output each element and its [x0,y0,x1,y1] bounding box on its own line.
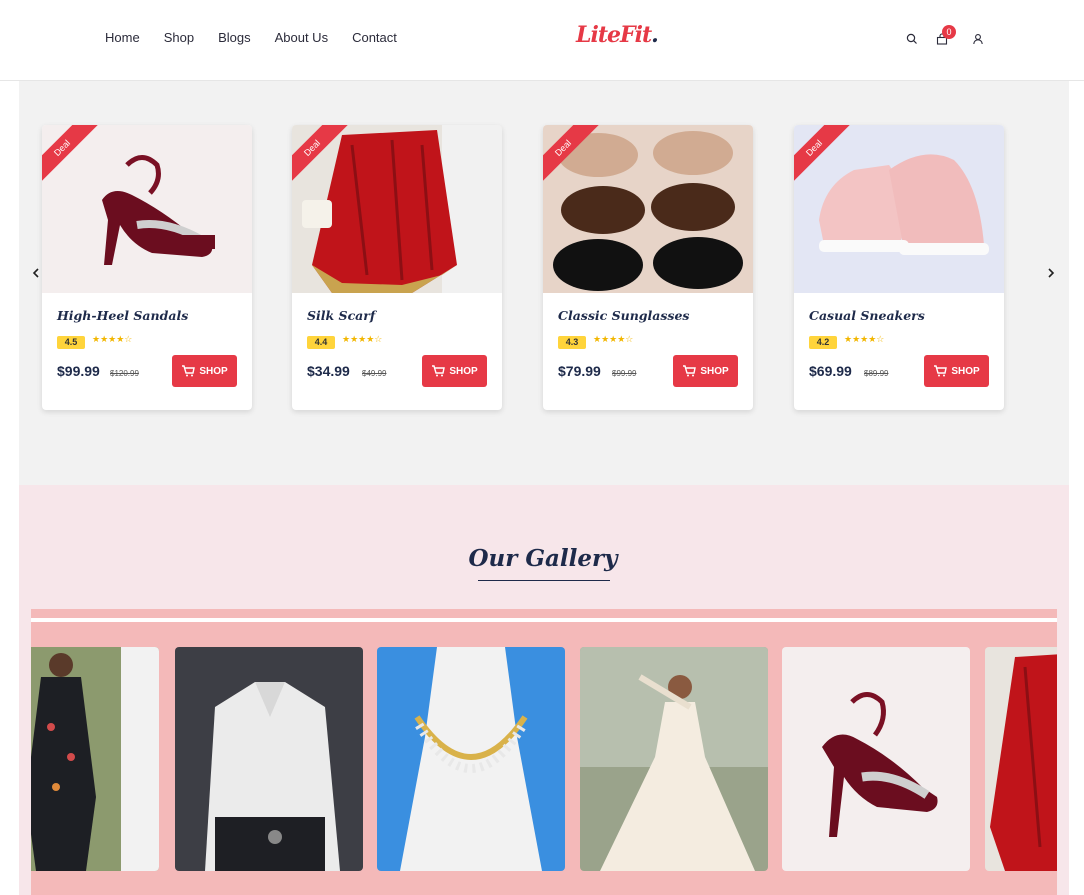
rating-badge: 4.4 [307,336,335,349]
cart-icon [432,365,446,377]
old-price: $49.99 [362,369,387,378]
product-image-sneakers[interactable]: Deal [794,125,1004,293]
gallery-strip [31,609,1057,895]
gallery-image-dress[interactable] [580,647,768,871]
product-name[interactable]: Casual Sneakers [809,308,925,323]
site-logo[interactable]: LiteFit. [576,22,659,48]
carousel-next-arrow-icon[interactable] [1044,266,1058,280]
rating-badge: 4.2 [809,336,837,349]
shop-button-label: SHOP [449,365,478,377]
gallery-title: Our Gallery [468,545,618,572]
product-price: $79.99 [558,363,601,379]
logo-text: LiteFit [576,22,652,48]
product-price: $69.99 [809,363,852,379]
product-name[interactable]: Classic Sunglasses [558,308,689,323]
cart-count-badge: 0 [942,25,956,39]
product-image-sandals[interactable]: Deal [42,125,252,293]
shop-button-label: SHOP [199,365,228,377]
shop-button[interactable]: SHOP [924,355,989,387]
product-image-scarf[interactable]: Deal [292,125,502,293]
search-icon[interactable] [903,30,921,48]
gallery-section: Our Gallery [19,485,1069,895]
star-rating-icon: ★★★★☆ [844,334,885,344]
gallery-divider [31,618,1057,622]
site-header: Home Shop Blogs About Us Contact LiteFit… [0,0,1084,81]
cart-icon [934,365,948,377]
shop-button[interactable]: SHOP [422,355,487,387]
logo-dot: . [651,22,659,48]
old-price: $99.99 [612,369,637,378]
nav-contact[interactable]: Contact [352,30,397,45]
old-price: $89.99 [864,369,889,378]
shop-button[interactable]: SHOP [673,355,738,387]
gallery-title-underline [478,580,610,581]
gallery-image-sandals[interactable] [782,647,970,871]
cart-icon[interactable]: 0 [933,25,956,48]
header-icons: 0 [903,25,987,48]
product-card[interactable]: Deal Silk Scarf 4.4 ★★★★☆ $34.99 $49.99 … [292,125,502,410]
gallery-image-scarf[interactable] [985,647,1057,871]
product-name[interactable]: High-Heel Sandals [57,308,188,323]
rating-badge: 4.5 [57,336,85,349]
products-carousel: Deal High-Heel Sandals 4.5 ★★★★☆ $99.99 … [19,81,1069,485]
star-rating-icon: ★★★★☆ [92,334,133,344]
star-rating-icon: ★★★★☆ [342,334,383,344]
shop-button-label: SHOP [700,365,729,377]
gallery-image-kurta[interactable] [31,647,159,871]
nav-shop[interactable]: Shop [164,30,194,45]
product-card[interactable]: Deal Casual Sneakers 4.2 ★★★★☆ $69.99 $8… [794,125,1004,410]
product-image-sunglasses[interactable]: Deal [543,125,753,293]
cart-icon [683,365,697,377]
product-card[interactable]: Deal High-Heel Sandals 4.5 ★★★★☆ $99.99 … [42,125,252,410]
nav-blogs[interactable]: Blogs [218,30,251,45]
shop-button[interactable]: SHOP [172,355,237,387]
product-price: $99.99 [57,363,100,379]
nav-home[interactable]: Home [105,30,140,45]
user-icon[interactable] [969,30,987,48]
star-rating-icon: ★★★★☆ [593,334,634,344]
shop-button-label: SHOP [951,365,980,377]
product-card[interactable]: Deal Classic Sunglasses 4.3 ★★★★☆ $79.99… [543,125,753,410]
gallery-image-shirt[interactable] [175,647,363,871]
main-nav: Home Shop Blogs About Us Contact [105,30,397,45]
gallery-image-necklace[interactable] [377,647,565,871]
carousel-prev-arrow-icon[interactable] [29,266,43,280]
rating-badge: 4.3 [558,336,586,349]
old-price: $120.99 [110,369,139,378]
product-name[interactable]: Silk Scarf [307,308,375,323]
cart-icon [182,365,196,377]
nav-about-us[interactable]: About Us [275,30,328,45]
product-price: $34.99 [307,363,350,379]
